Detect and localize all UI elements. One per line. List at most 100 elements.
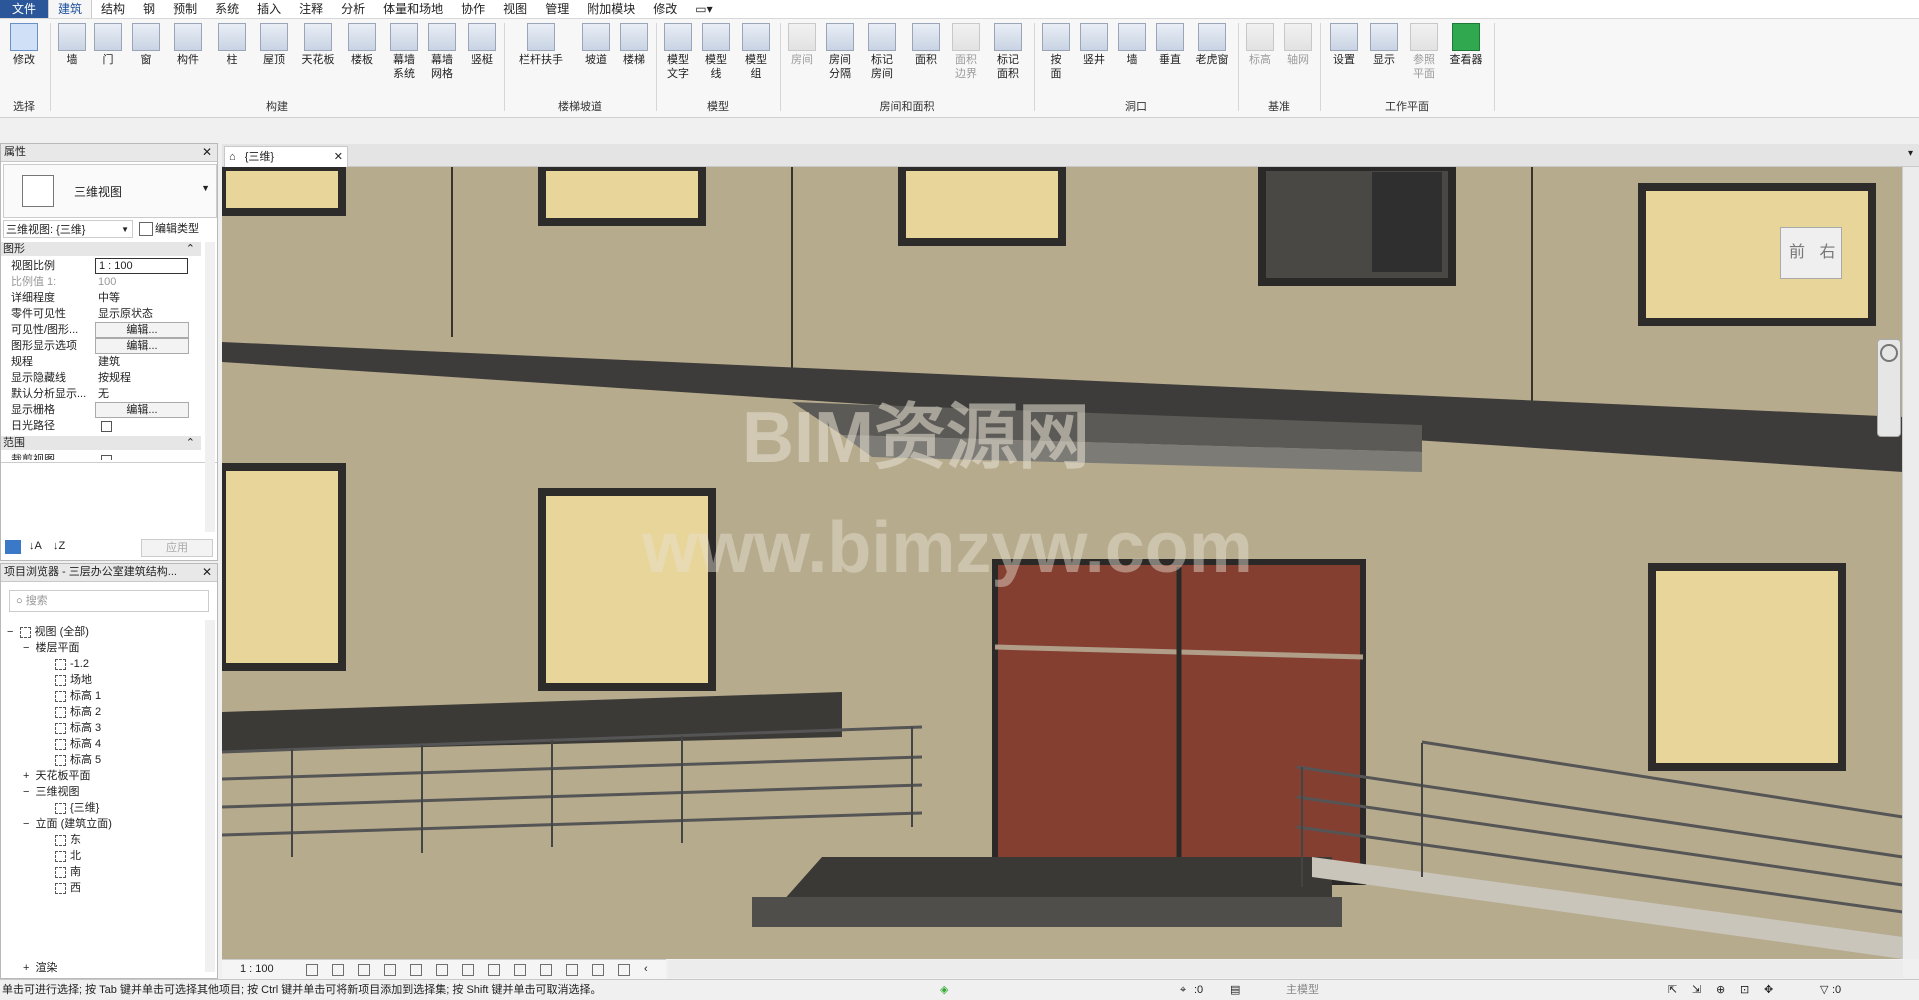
properties-scrollbar[interactable] (205, 242, 215, 532)
menu-collaborate[interactable]: 协作 (452, 0, 494, 18)
menu-file[interactable]: 文件 (0, 0, 49, 18)
sun-path-checkbox[interactable] (101, 421, 112, 432)
column-button[interactable]: 柱 (212, 23, 252, 67)
analytical-model-icon[interactable] (592, 964, 604, 976)
tree-item[interactable]: 北 (55, 848, 81, 864)
crop-view-checkbox[interactable] (101, 455, 112, 460)
door-button[interactable]: 门 (88, 23, 128, 67)
detail-level-icon[interactable] (306, 964, 318, 976)
railing-button[interactable]: 栏杆扶手 (516, 23, 566, 67)
viewer-button[interactable]: 查看器 (1444, 23, 1488, 67)
close-icon[interactable]: ✕ (202, 144, 212, 161)
prop-row[interactable]: 默认分析显示... 无 (3, 386, 213, 402)
steering-wheel-icon[interactable] (1880, 344, 1898, 362)
floor-button[interactable]: 楼板 (342, 23, 382, 67)
select-pinned-icon[interactable]: ⊕ (1716, 980, 1725, 1000)
window-button[interactable]: 窗 (126, 23, 166, 67)
prop-row[interactable]: 详细程度 中等 (3, 290, 213, 306)
stair-button[interactable]: 楼梯 (614, 23, 654, 67)
show-workplane-button[interactable]: 显示 (1364, 23, 1404, 67)
reveal-hidden-icon[interactable] (540, 964, 552, 976)
tree-floor-plans[interactable]: − 楼层平面 (23, 640, 80, 656)
constraints-icon[interactable] (618, 964, 630, 976)
sort-desc-icon[interactable]: ↓Z (53, 540, 65, 552)
opening-by-face-button[interactable]: 按 面 (1036, 23, 1076, 81)
set-workplane-button[interactable]: 设置 (1324, 23, 1364, 67)
menu-modify[interactable]: 修改 (644, 0, 686, 18)
edit-graphic-display-button[interactable]: 编辑... (95, 338, 189, 354)
edit-type-button[interactable]: 编辑类型 (139, 220, 199, 238)
menu-steel[interactable]: 钢 (134, 0, 164, 18)
room-separator-button[interactable]: 房间 分隔 (820, 23, 860, 81)
type-selector[interactable]: 三维视图 ▼ (3, 164, 217, 218)
ceiling-button[interactable]: 天花板 (298, 23, 338, 67)
menu-structure[interactable]: 结构 (92, 0, 134, 18)
prop-row[interactable]: 规程 建筑 (3, 354, 213, 370)
model-group-button[interactable]: 模型 组 (736, 23, 776, 81)
tree-item[interactable]: 标高 2 (55, 704, 101, 720)
filter-icon[interactable]: ▽ (1820, 980, 1828, 1000)
menu-addins[interactable]: 附加模块 (578, 0, 644, 18)
ref-plane-button[interactable]: 参照 平面 (1404, 23, 1444, 81)
tree-ceiling-plans[interactable]: + 天花板平面 (23, 768, 91, 784)
link-icon[interactable]: ⌖ (1180, 980, 1186, 1000)
ramp-button[interactable]: 坡道 (576, 23, 616, 67)
unlock-3d-icon[interactable] (488, 964, 500, 976)
section-graphics[interactable]: 图形 ⌃ (1, 242, 201, 256)
group-room-area-label[interactable]: 房间和面积 (782, 98, 1032, 114)
dormer-button[interactable]: 老虎窗 (1190, 23, 1234, 67)
design-options-icon[interactable]: ▤ (1230, 980, 1240, 1000)
modify-button[interactable]: 修改 (4, 23, 44, 67)
render-icon[interactable] (410, 964, 422, 976)
select-by-face-icon[interactable]: ⊡ (1740, 980, 1749, 1000)
navigation-bar[interactable] (1877, 339, 1901, 437)
menu-precast[interactable]: 预制 (164, 0, 206, 18)
model-text-button[interactable]: 模型 文字 (658, 23, 698, 81)
tree-item[interactable]: {三维} (55, 800, 99, 816)
scroll-left-icon[interactable]: ‹ (644, 963, 648, 975)
prop-row[interactable]: 零件可见性 显示原状态 (3, 306, 213, 322)
search-input[interactable]: ○ 搜索 (9, 590, 209, 612)
close-icon[interactable]: ✕ (334, 147, 343, 167)
browser-scrollbar[interactable] (205, 620, 215, 972)
room-button[interactable]: 房间 (782, 23, 822, 67)
level-button[interactable]: 标高 (1240, 23, 1280, 67)
3d-viewport[interactable]: BIM资源网 www.bimzyw.com 前 右 (222, 167, 1903, 959)
tag-area-button[interactable]: 标记 面积 (988, 23, 1028, 81)
menu-architecture[interactable]: 建筑 (48, 0, 93, 18)
apply-button[interactable]: 应用 (141, 539, 213, 557)
tree-renderings[interactable]: + 渲染 (23, 960, 58, 976)
tree-item[interactable]: 标高 4 (55, 736, 101, 752)
tree-item[interactable]: 场地 (55, 672, 92, 688)
edit-grid-button[interactable]: 编辑... (95, 402, 189, 418)
section-extents[interactable]: 范围 ⌃ (1, 436, 201, 450)
tab-menu-icon[interactable]: ▾ (1908, 148, 1913, 159)
menu-analyze[interactable]: 分析 (332, 0, 374, 18)
tree-elevations[interactable]: − 立面 (建筑立面) (23, 816, 112, 832)
tree-views-all[interactable]: − 视图 (全部) (7, 624, 89, 640)
tree-item[interactable]: 西 (55, 880, 81, 896)
tree-item[interactable]: 标高 1 (55, 688, 101, 704)
viewport-horizontal-scrollbar[interactable] (668, 960, 1903, 978)
temporary-hide-icon[interactable] (514, 964, 526, 976)
menu-massing[interactable]: 体量和场地 (374, 0, 452, 18)
select-links-icon[interactable]: ⇱ (1668, 980, 1677, 1000)
active-model[interactable]: 主模型 (1286, 980, 1319, 1000)
roof-button[interactable]: 屋顶 (254, 23, 294, 67)
area-boundary-button[interactable]: 面积 边界 (946, 23, 986, 81)
close-icon[interactable]: ✕ (202, 564, 212, 581)
ribbon-toggle-icon[interactable]: ▭▾ (686, 0, 721, 18)
tree-item[interactable]: 标高 3 (55, 720, 101, 736)
sort-asc-icon[interactable]: ↓A (29, 540, 42, 552)
select-underlay-icon[interactable]: ⇲ (1692, 980, 1701, 1000)
edit-visibility-button[interactable]: 编辑... (95, 322, 189, 338)
grid-button[interactable]: 轴网 (1278, 23, 1318, 67)
menu-systems[interactable]: 系统 (206, 0, 248, 18)
sun-path-icon[interactable] (358, 964, 370, 976)
worksharing-icon[interactable]: ◈ (940, 980, 948, 1000)
tree-item[interactable]: 东 (55, 832, 81, 848)
crop-view-icon[interactable] (436, 964, 448, 976)
menu-view[interactable]: 视图 (494, 0, 536, 18)
temp-view-properties-icon[interactable] (566, 964, 578, 976)
menu-insert[interactable]: 插入 (248, 0, 290, 18)
